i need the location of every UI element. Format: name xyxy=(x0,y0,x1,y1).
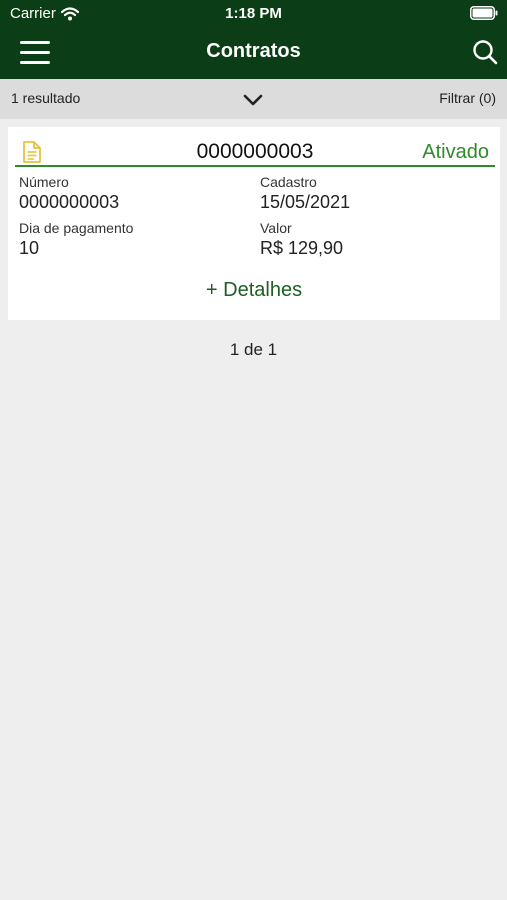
filter-bar: 1 resultado Filtrar (0) xyxy=(0,79,507,119)
search-icon[interactable] xyxy=(471,38,499,66)
numero-label: Número xyxy=(19,174,69,190)
chevron-down-icon[interactable] xyxy=(242,90,264,110)
result-count: 1 resultado xyxy=(11,90,81,106)
numero-value: 0000000003 xyxy=(19,192,120,212)
cadastro-value: 15/05/2021 xyxy=(260,192,351,212)
details-link[interactable]: + Detalhes xyxy=(8,279,500,302)
contract-card-header: 0000000003 Ativado xyxy=(15,137,495,167)
filter-button[interactable]: Filtrar (0) xyxy=(439,90,496,106)
cadastro-label: Cadastro xyxy=(260,174,317,190)
navigation-bar: Contratos xyxy=(0,28,507,79)
status-bar: Carrier 1:18 PM xyxy=(0,0,507,28)
page-title: Contratos xyxy=(206,40,301,62)
status-badge: Ativado xyxy=(422,141,489,163)
valor-value: R$ 129,90 xyxy=(260,238,344,258)
dia-pagamento-value: 10 xyxy=(19,238,40,258)
valor-label: Valor xyxy=(260,220,292,236)
pagination-indicator: 1 de 1 xyxy=(229,340,278,359)
dia-pagamento-label: Dia de pagamento xyxy=(19,220,134,236)
contract-card[interactable]: 0000000003 Ativado Número 0000000003 Cad… xyxy=(8,127,500,320)
status-time: 1:18 PM xyxy=(225,5,282,22)
battery-icon xyxy=(470,6,498,20)
app-header: Carrier 1:18 PM Contratos xyxy=(0,0,507,79)
